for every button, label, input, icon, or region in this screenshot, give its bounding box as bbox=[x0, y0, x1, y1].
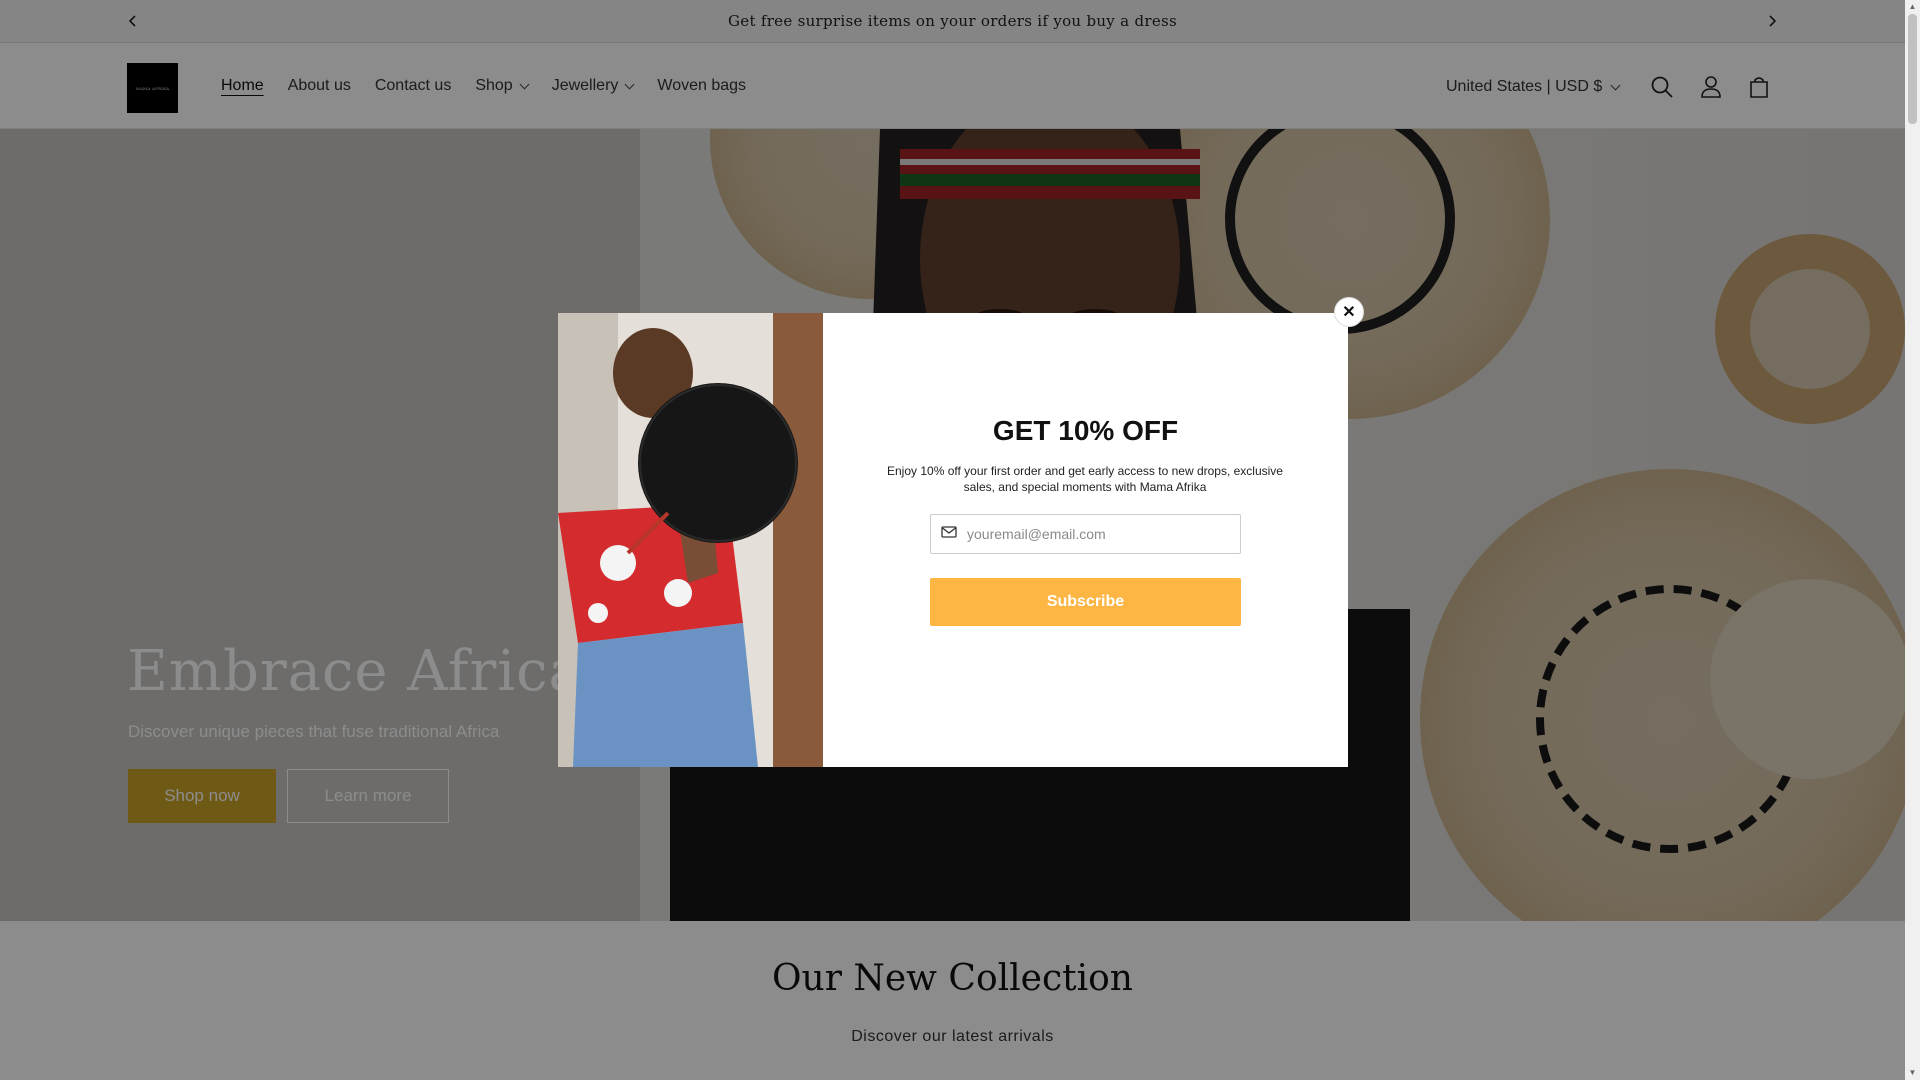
email-field[interactable] bbox=[930, 514, 1241, 554]
mail-icon bbox=[941, 525, 957, 544]
popup-image bbox=[558, 313, 823, 767]
scroll-up-icon[interactable]: ▲ bbox=[1908, 2, 1917, 12]
popup-body: GET 10% OFF Enjoy 10% off your first ord… bbox=[823, 313, 1348, 767]
subscribe-button[interactable]: Subscribe bbox=[930, 578, 1241, 626]
email-input[interactable] bbox=[967, 526, 1227, 542]
scroll-thumb[interactable] bbox=[1908, 14, 1917, 124]
popup-description: Enjoy 10% off your first order and get e… bbox=[887, 464, 1283, 494]
newsletter-popup: GET 10% OFF Enjoy 10% off your first ord… bbox=[558, 313, 1348, 767]
close-icon[interactable]: ✕ bbox=[1334, 297, 1364, 327]
scroll-down-icon[interactable]: ▼ bbox=[1908, 1068, 1917, 1078]
scrollbar[interactable]: ▲ ▼ bbox=[1905, 0, 1920, 1080]
popup-title: GET 10% OFF bbox=[992, 415, 1179, 446]
